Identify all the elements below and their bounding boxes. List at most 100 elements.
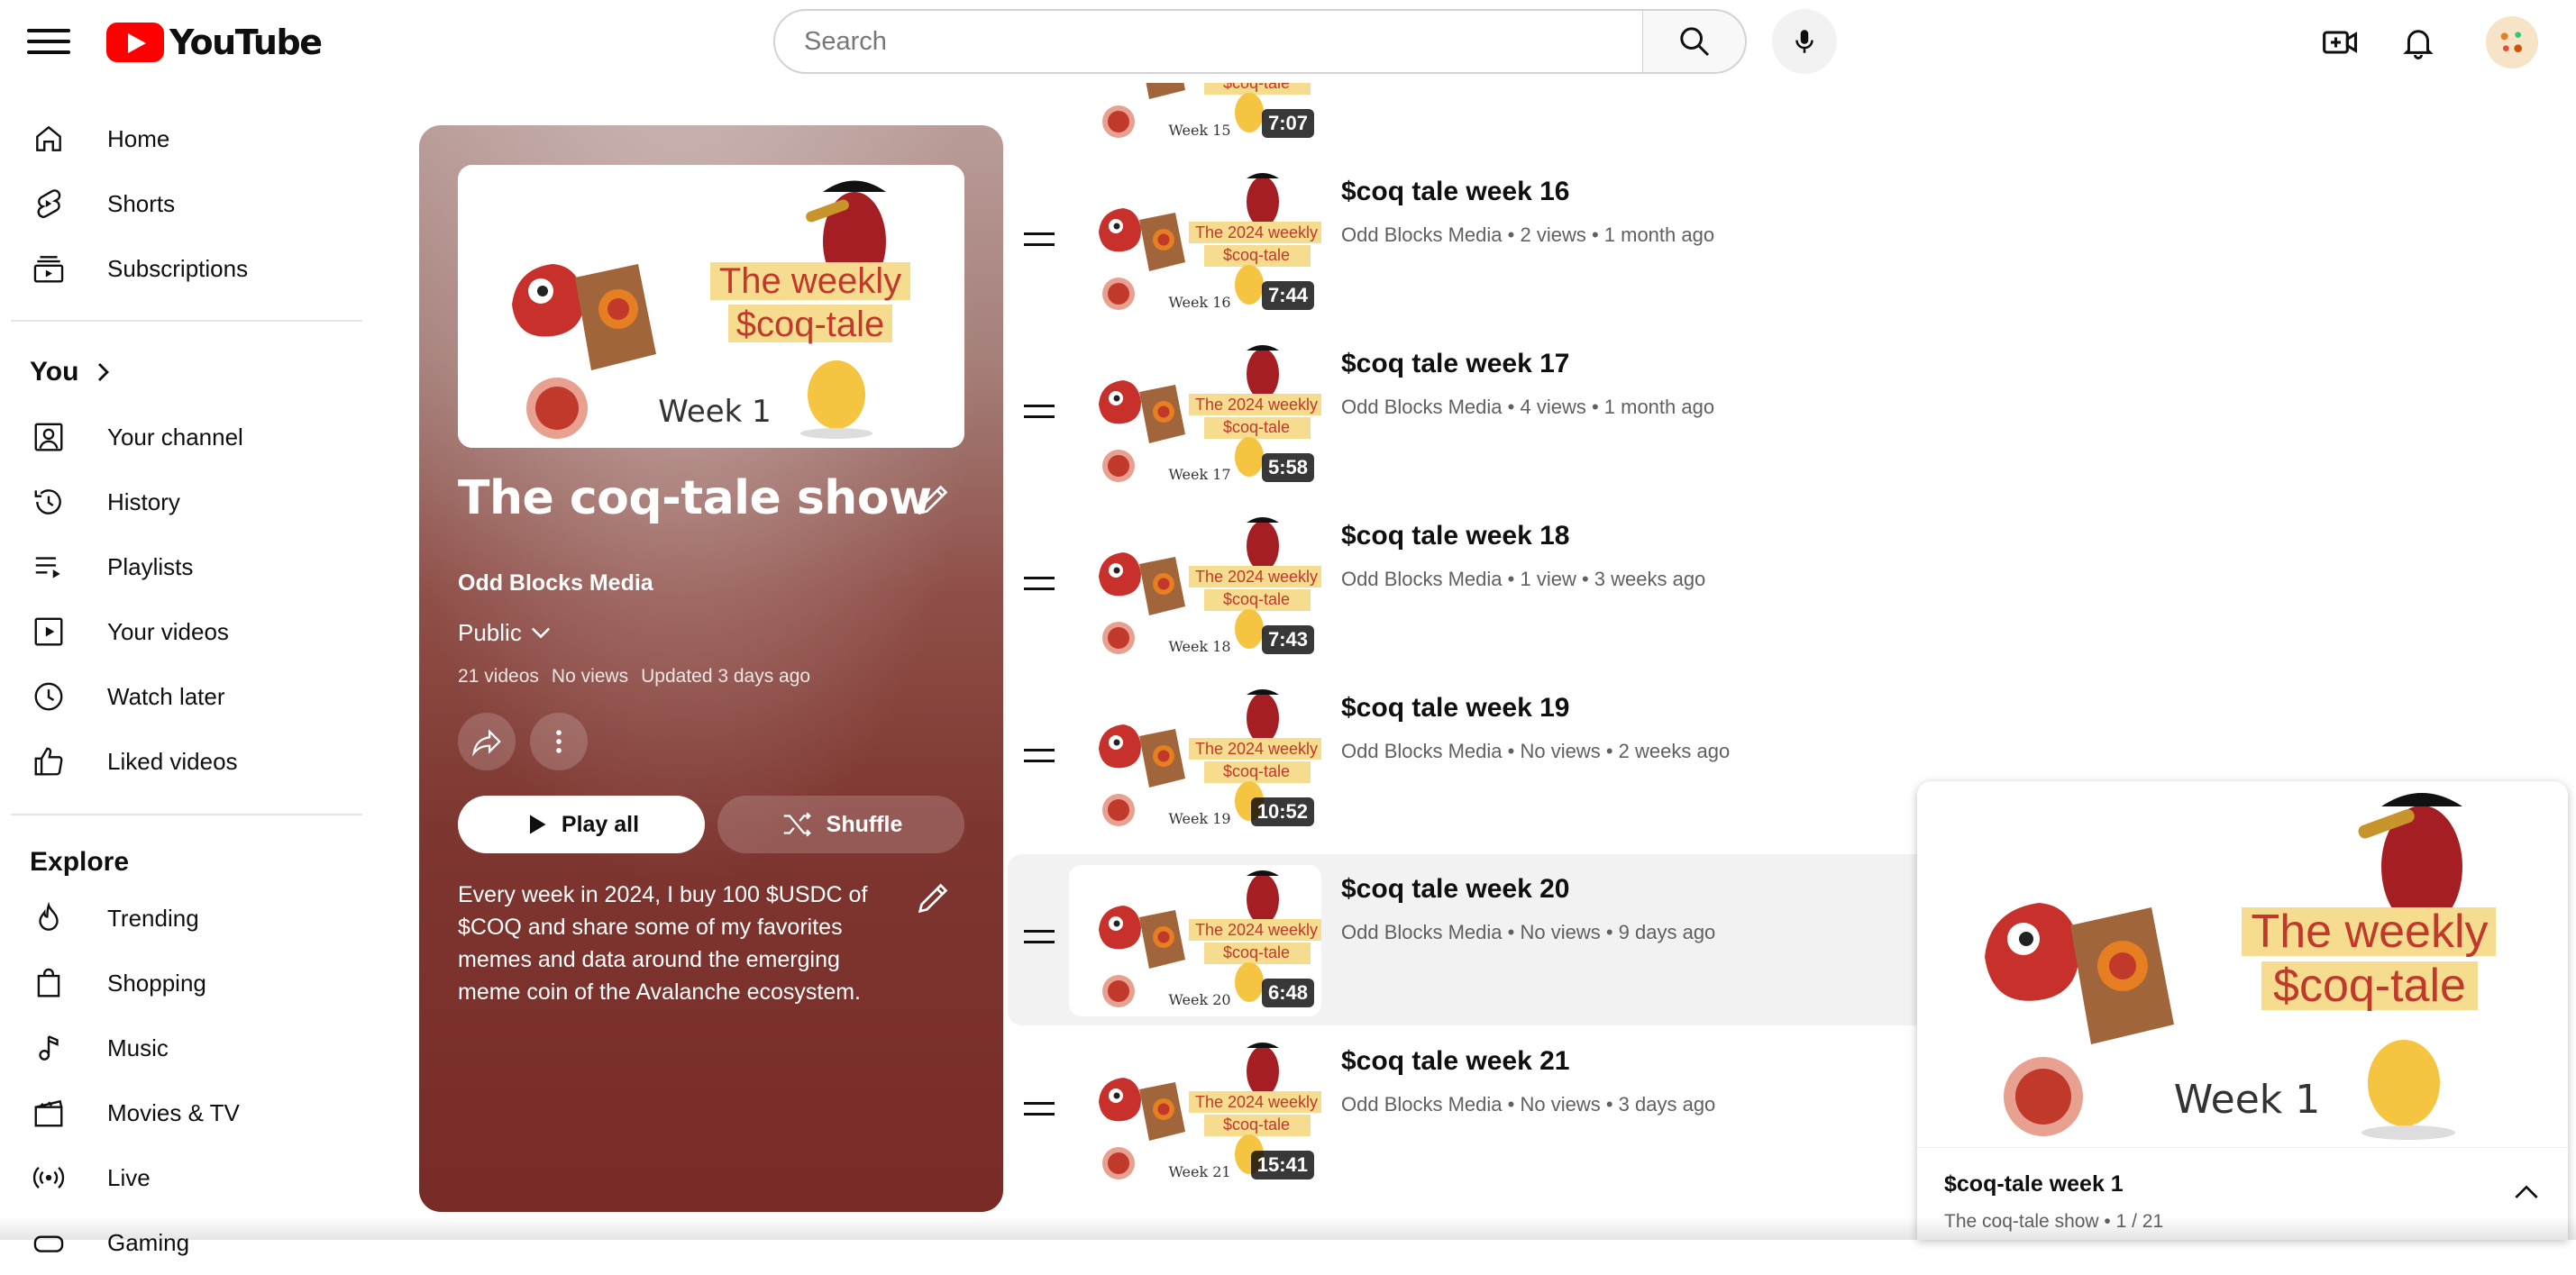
privacy-dropdown[interactable]: Public xyxy=(458,619,553,647)
video-channel[interactable]: Odd Blocks Media xyxy=(1341,921,1503,943)
meta-separator-1: • xyxy=(1502,740,1521,762)
drag-handle-icon[interactable] xyxy=(1024,232,1055,249)
video-channel[interactable]: Odd Blocks Media xyxy=(1341,396,1503,418)
video-channel[interactable]: Odd Blocks Media xyxy=(1341,223,1503,246)
video-thumbnail[interactable]: The 2024 weekly $coq-tale Week 19 10:52 xyxy=(1069,684,1321,835)
sidebar-item-your-videos[interactable]: Your videos xyxy=(0,599,379,664)
playlist-video-row[interactable]: The 2024 weekly $coq-tale Week 19 10:52 $coq… xyxy=(1008,673,1945,844)
share-button[interactable] xyxy=(458,713,516,770)
sidebar-item-gaming[interactable]: Gaming xyxy=(0,1210,379,1275)
drag-handle-icon[interactable] xyxy=(1024,577,1055,593)
video-duration: 6:48 xyxy=(1261,979,1314,1007)
your-videos-icon xyxy=(29,612,69,651)
sidebar-item-home[interactable]: Home xyxy=(0,106,379,171)
sidebar-item-live[interactable]: Live xyxy=(0,1145,379,1210)
view-count: No views xyxy=(551,666,629,687)
sidebar-item-shopping[interactable]: Shopping xyxy=(0,951,379,1015)
video-title[interactable]: $coq tale week 16 xyxy=(1341,177,1569,207)
playlist-video-row[interactable]: The 2024 weekly $coq-tale Week 18 7:43 $coq … xyxy=(1008,501,1945,672)
search-button[interactable] xyxy=(1642,9,1747,74)
video-views: No views xyxy=(1520,921,1601,943)
create-video-icon xyxy=(2323,31,2358,54)
sidebar-divider xyxy=(11,814,362,815)
video-channel[interactable]: Odd Blocks Media xyxy=(1341,740,1503,762)
thumb-banner-line1: The 2024 weekly xyxy=(1195,396,1318,414)
privacy-label: Public xyxy=(458,619,522,646)
thumb-banner-line2: $coq-tale xyxy=(736,305,885,344)
video-channel[interactable]: Odd Blocks Media xyxy=(1341,1093,1503,1116)
create-button[interactable] xyxy=(2318,20,2363,65)
video-title[interactable]: $coq tale week 20 xyxy=(1341,874,1569,905)
thumb-banner-line2: $coq-tale xyxy=(1223,1116,1290,1134)
video-thumbnail[interactable]: The 2024 weekly $coq-tale Week 18 7:43 xyxy=(1069,512,1321,663)
search-box[interactable] xyxy=(773,9,1644,74)
expand-queue-button[interactable] xyxy=(2508,1175,2544,1211)
menu-icon[interactable] xyxy=(27,23,70,59)
miniplayer-video[interactable]: The weekly $coq-tale Week 1 xyxy=(1917,781,2568,1147)
avatar[interactable] xyxy=(2486,16,2538,68)
video-meta: Odd Blocks Media • No views • 3 days ago xyxy=(1341,1093,1715,1116)
more-vertical-icon xyxy=(556,730,562,753)
search-input[interactable] xyxy=(802,25,1642,58)
drag-handle-icon[interactable] xyxy=(1024,749,1055,765)
thumb-week-label: Week 15 xyxy=(1168,122,1230,139)
mini-week-label: Week 1 xyxy=(2174,1077,2321,1123)
miniplayer[interactable]: The weekly $coq-tale Week 1 $coq-tale we… xyxy=(1917,781,2568,1240)
video-thumbnail[interactable]: The 2024 weekly $coq-tale Week 21 15:41 xyxy=(1069,1037,1321,1188)
sidebar-you-header[interactable]: You xyxy=(0,340,379,405)
video-duration: 15:41 xyxy=(1250,1151,1314,1179)
more-actions-button[interactable] xyxy=(530,713,588,770)
notifications-button[interactable] xyxy=(2396,20,2441,65)
youtube-logo[interactable]: YouTube xyxy=(106,22,323,63)
video-title[interactable]: $coq tale week 18 xyxy=(1341,521,1569,551)
playlist-stats: 21 videos No views Updated 3 days ago xyxy=(458,666,823,688)
sidebar-item-watch-later[interactable]: Watch later xyxy=(0,664,379,729)
drag-handle-icon[interactable] xyxy=(1024,1102,1055,1118)
video-thumbnail[interactable]: The 2024 weekly $coq-tale Week 16 7:44 xyxy=(1069,168,1321,319)
playlist-video-row[interactable]: The 2024 weekly $coq-tale Week 20 6:48 $coq … xyxy=(1008,854,1945,1025)
voice-search-button[interactable] xyxy=(1772,9,1837,74)
video-title[interactable]: $coq tale week 19 xyxy=(1341,693,1569,724)
drag-handle-icon[interactable] xyxy=(1024,405,1055,421)
sidebar-item-history[interactable]: History xyxy=(0,469,379,534)
playlist-video-row[interactable]: The 2024 weekly $coq-tale Week 16 7:44 $coq … xyxy=(1008,157,1945,328)
video-title[interactable]: $coq tale week 21 xyxy=(1341,1046,1569,1077)
sidebar-item-liked-videos[interactable]: Liked videos xyxy=(0,729,379,794)
video-thumbnail[interactable]: The 2024 weekly $coq-tale Week 17 5:58 xyxy=(1069,340,1321,491)
video-views: 4 views xyxy=(1520,396,1586,418)
playlist-thumbnail[interactable]: The weekly $coq-tale Week 1 xyxy=(458,165,964,448)
play-all-button[interactable]: Play all xyxy=(458,796,705,853)
sidebar-item-shorts[interactable]: Shorts xyxy=(0,171,379,236)
thumb-week-label: Week 16 xyxy=(1168,294,1230,311)
bell-icon xyxy=(2403,30,2434,59)
sidebar-item-label: Shopping xyxy=(107,969,206,997)
thumb-banner-line2: $coq-tale xyxy=(1223,590,1290,608)
chevron-up-icon xyxy=(2515,1185,2538,1198)
play-all-label: Play all xyxy=(561,811,640,837)
video-channel[interactable]: Odd Blocks Media xyxy=(1341,568,1503,590)
video-views: No views xyxy=(1520,1093,1601,1116)
video-thumbnail[interactable]: The 2024 weekly $coq-tale Week 20 6:48 xyxy=(1069,865,1321,1016)
playlist-owner[interactable]: Odd Blocks Media xyxy=(458,570,653,597)
drag-handle-icon[interactable] xyxy=(1024,930,1055,946)
video-age: 2 weeks ago xyxy=(1618,740,1731,762)
video-meta: Odd Blocks Media • No views • 9 days ago xyxy=(1341,921,1715,944)
microphone-icon xyxy=(1795,30,1813,53)
playlist-video-row[interactable]: The 2024 weekly $coq-tale Week 21 15:41 $coq… xyxy=(1008,1026,1945,1198)
sidebar-item-your-channel[interactable]: Your channel xyxy=(0,405,379,469)
video-title[interactable]: $coq tale week 17 xyxy=(1341,349,1569,379)
meta-separator-2: • xyxy=(1585,396,1604,418)
shuffle-button[interactable]: Shuffle xyxy=(717,796,964,853)
music-icon xyxy=(29,1028,69,1068)
playlist-video-row[interactable]: The 2024 weekly $coq-tale Week 17 5:58 $coq … xyxy=(1008,329,1945,500)
edit-description-button[interactable] xyxy=(913,877,955,918)
sidebar-item-movies[interactable]: Movies & TV xyxy=(0,1080,379,1145)
playlist-description: Every week in 2024, I buy 100 $USDC of $… xyxy=(458,882,868,1005)
sidebar-item-music[interactable]: Music xyxy=(0,1015,379,1080)
sidebar-item-trending[interactable]: Trending xyxy=(0,886,379,951)
video-views: 2 views xyxy=(1520,223,1586,246)
sidebar-item-playlists[interactable]: Playlists xyxy=(0,534,379,599)
youtube-logo-icon xyxy=(106,23,164,62)
sidebar-item-subscriptions[interactable]: Subscriptions xyxy=(0,236,379,301)
edit-title-button[interactable] xyxy=(913,478,955,520)
